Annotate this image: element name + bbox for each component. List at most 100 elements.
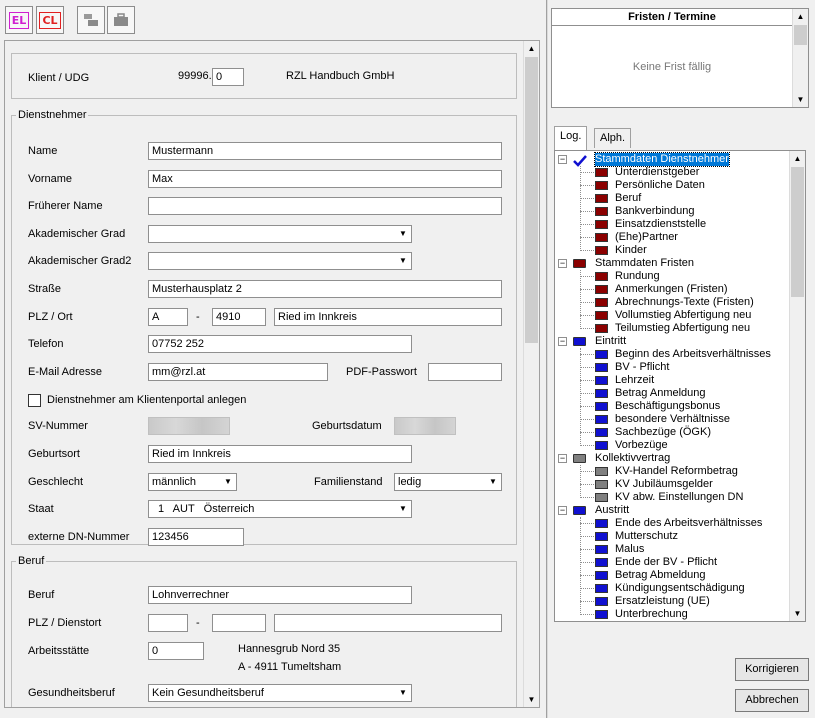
degree-select[interactable]: ▼	[148, 225, 412, 243]
item-icon	[595, 376, 608, 385]
collapse-icon[interactable]: −	[558, 337, 567, 346]
country-code-input[interactable]: A	[148, 308, 188, 326]
job-input[interactable]: Lohnverrechner	[148, 586, 412, 604]
item-icon	[595, 311, 608, 320]
job-place-input[interactable]	[274, 614, 502, 632]
zip-input[interactable]: 4910	[212, 308, 266, 326]
tree-item-label: Mutterschutz	[615, 530, 678, 542]
tree-connector	[580, 328, 594, 329]
portal-checkbox[interactable]	[28, 394, 41, 407]
zip-city-label: PLZ / Ort	[28, 311, 73, 323]
gender-select[interactable]: männlich ▼	[148, 473, 237, 491]
street-input[interactable]: Musterhausplatz 2	[148, 280, 502, 298]
workplace-input[interactable]: 0	[148, 642, 204, 660]
tree-item-label: Betrag Abmeldung	[615, 569, 706, 581]
form-scrollbar[interactable]: ▲ ▼	[523, 41, 539, 707]
surname-input[interactable]: Mustermann	[148, 142, 502, 160]
scroll-up-icon[interactable]: ▲	[790, 151, 805, 166]
sv-number-input-blurred[interactable]	[148, 417, 230, 435]
correct-button[interactable]: Korrigieren	[735, 658, 809, 681]
degree2-select[interactable]: ▼	[148, 252, 412, 270]
tree-connector	[580, 523, 594, 524]
birthdate-input-blurred[interactable]	[394, 417, 456, 435]
item-icon	[595, 168, 608, 177]
email-input[interactable]: mm@rzl.at	[148, 363, 328, 381]
tree-item-label: Rundung	[615, 270, 660, 282]
scroll-down-icon[interactable]: ▼	[793, 92, 808, 107]
tree-connector	[580, 302, 594, 303]
item-icon	[595, 220, 608, 229]
tree-group-label: Austritt	[595, 504, 630, 516]
collapse-icon[interactable]: −	[558, 454, 567, 463]
item-icon	[595, 233, 608, 242]
scroll-up-icon[interactable]: ▲	[793, 9, 808, 24]
former-name-input[interactable]	[148, 197, 502, 215]
collapse-icon[interactable]: −	[558, 506, 567, 515]
folder-icon	[573, 506, 586, 515]
client-number: 99996.	[178, 70, 212, 82]
deadlines-scrollbar[interactable]: ▲ ▼	[792, 9, 808, 107]
el-button[interactable]: EL	[5, 6, 33, 34]
zip-place-label: PLZ / Dienstort	[28, 617, 102, 629]
phone-input[interactable]: 07752 252	[148, 335, 412, 353]
tree-connector	[580, 465, 581, 498]
tree-connector	[580, 354, 594, 355]
scroll-down-icon[interactable]: ▼	[790, 606, 805, 621]
city-input[interactable]: Ried im Innkreis	[274, 308, 502, 326]
surname-label: Name	[28, 145, 58, 157]
pdf-password-input[interactable]	[428, 363, 502, 381]
collapse-icon[interactable]: −	[558, 259, 567, 268]
workplace-address-2: A - 4911 Tumeltsham	[238, 661, 342, 673]
tree-connector	[580, 380, 594, 381]
scroll-up-icon[interactable]: ▲	[524, 41, 539, 56]
cl-button[interactable]: CL	[36, 6, 64, 34]
scroll-thumb[interactable]	[794, 25, 807, 45]
item-icon	[595, 441, 608, 450]
item-icon	[595, 181, 608, 190]
item-icon	[595, 272, 608, 281]
scroll-down-icon[interactable]: ▼	[524, 692, 539, 707]
client-sub-input[interactable]: 0	[212, 68, 244, 86]
health-select[interactable]: Kein Gesundheitsberuf ▼	[148, 684, 412, 702]
item-icon	[595, 298, 608, 307]
collapse-icon[interactable]: −	[558, 155, 567, 164]
marital-select[interactable]: ledig ▼	[394, 473, 502, 491]
item-icon	[595, 194, 608, 203]
chevron-down-icon: ▼	[486, 475, 500, 489]
external-no-label: externe DN-Nummer	[28, 531, 130, 543]
firstname-input[interactable]: Max	[148, 170, 502, 188]
job-zip-a-input[interactable]	[148, 614, 188, 632]
workplace-label: Arbeitsstätte	[28, 645, 90, 657]
tree-scrollbar[interactable]: ▲ ▼	[789, 151, 805, 621]
chevron-down-icon: ▼	[396, 227, 410, 241]
scroll-thumb[interactable]	[791, 167, 804, 297]
panel-divider[interactable]	[546, 0, 548, 718]
tree-connector	[580, 406, 594, 407]
item-icon	[595, 415, 608, 424]
tree-item-label: Beruf	[615, 192, 642, 204]
birthplace-label: Geburtsort	[28, 448, 80, 460]
tab-logical[interactable]: Log.	[554, 126, 588, 150]
tree-connector	[580, 445, 594, 446]
tree-connector	[580, 250, 594, 251]
chevron-down-icon: ▼	[221, 475, 235, 489]
item-icon	[595, 584, 608, 593]
sv-number-label: SV-Nummer	[28, 420, 88, 432]
country-select[interactable]: 1 AUT Österreich ▼	[148, 500, 412, 518]
item-icon	[595, 402, 608, 411]
country-label: Staat	[28, 503, 54, 515]
birthplace-input[interactable]: Ried im Innkreis	[148, 445, 412, 463]
tree-connector	[580, 614, 594, 615]
transfer-button[interactable]	[77, 6, 105, 34]
phone-label: Telefon	[28, 338, 64, 350]
cancel-button[interactable]: Abbrechen	[735, 689, 809, 712]
briefcase-button[interactable]	[107, 6, 135, 34]
deadlines-title: Fristen / Termine	[552, 9, 792, 26]
job-zip-b-input[interactable]	[212, 614, 266, 632]
scroll-thumb[interactable]	[525, 57, 538, 343]
tree-connector	[580, 562, 594, 563]
tab-alphabetical[interactable]: Alph.	[594, 128, 632, 148]
tree-item-label: Beginn des Arbeitsverhältnisses	[615, 348, 771, 360]
marital-value: ledig	[398, 476, 422, 488]
external-no-input[interactable]: 123456	[148, 528, 244, 546]
